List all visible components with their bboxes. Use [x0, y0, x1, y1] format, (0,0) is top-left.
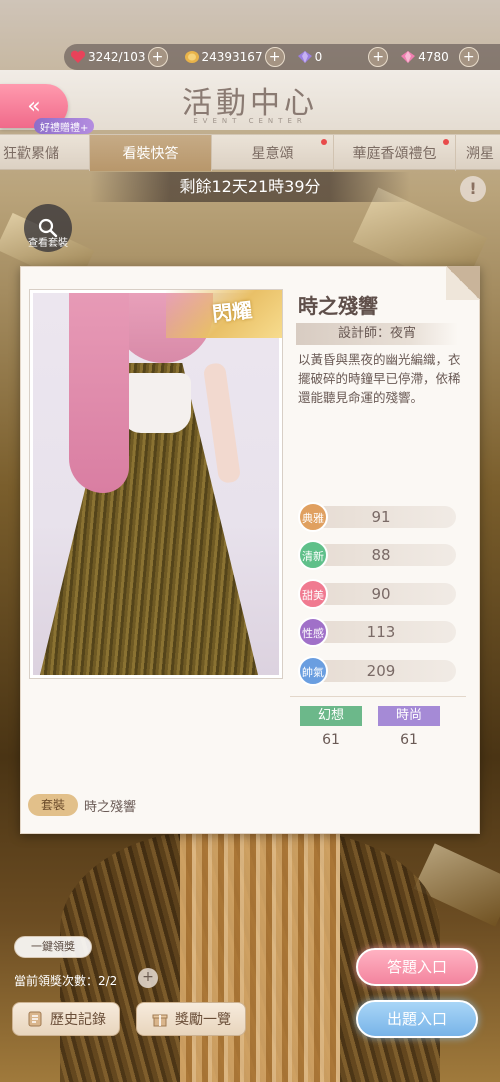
ask-entry-button[interactable]: 出題入口	[356, 1000, 478, 1038]
add-stamina-button[interactable]: +	[147, 47, 168, 67]
set-tag: 套裝	[28, 794, 78, 816]
history-button[interactable]: 歷史記錄	[12, 1002, 120, 1036]
rewards-label: 獎勵一覽	[175, 1012, 231, 1028]
exclamation-icon: !	[469, 179, 477, 198]
background-hair	[180, 820, 340, 1082]
gem-value: 0	[314, 50, 323, 64]
add-claim-button[interactable]: +	[138, 968, 158, 988]
portrait-top	[121, 373, 191, 433]
answer-entry-button[interactable]: 答題入口	[356, 948, 478, 986]
tab-star-hymn[interactable]: 星意頌	[212, 135, 334, 171]
tab-label: 溯星	[466, 146, 494, 162]
tab-trace-star[interactable]: 溯星	[456, 135, 500, 171]
currency-coin: 24393167 +	[178, 47, 285, 67]
stamina-value: 3242/103	[88, 50, 146, 64]
notification-dot	[443, 139, 449, 145]
stat-value: 88	[371, 546, 391, 564]
set-name: 時之殘響	[84, 800, 137, 815]
stat-icon-sweet: 甜美	[298, 579, 328, 609]
divider	[290, 696, 466, 697]
gift-tag[interactable]: 好禮贈禮+	[34, 118, 95, 134]
one-click-claim-button[interactable]: 一鍵領獎	[14, 936, 92, 958]
add-coin-button[interactable]: +	[264, 47, 285, 67]
diamond-value: 4780	[418, 50, 449, 64]
tab-label: 看裝快答	[122, 146, 179, 162]
shine-badge-text: 閃耀	[211, 297, 254, 327]
stat-fresh: 清新 88	[298, 540, 456, 570]
currency-gem: 0	[291, 50, 323, 64]
coin-icon	[184, 51, 199, 63]
double-chevron-left-icon: «	[27, 93, 41, 119]
designer-label: 設計師：夜宵	[296, 323, 458, 345]
tab-label: 星意頌	[251, 146, 294, 162]
add-diamond-button[interactable]: +	[458, 47, 479, 67]
portrait-hair	[69, 293, 129, 493]
style-tag-fashion: 時尚	[378, 706, 440, 726]
stat-icon-cool: 帥氣	[298, 656, 328, 686]
diamond-icon	[401, 51, 416, 63]
card-corner-fold	[446, 266, 480, 300]
stat-sweet: 甜美 90	[298, 579, 456, 609]
stat-value: 90	[371, 585, 391, 603]
tab-label: 華庭香頌禮包	[352, 146, 437, 162]
rewards-button[interactable]: 獎勵一覽	[136, 1002, 246, 1036]
style-tag-fantasy: 幻想	[300, 706, 362, 726]
view-outfit-label: 查看套裝	[28, 238, 68, 249]
stat-icon-fresh: 清新	[298, 540, 328, 570]
claim-count: 當前領獎次數：2/2	[14, 974, 118, 988]
stat-icon-sexy: 性感	[298, 617, 328, 647]
stat-sexy: 性感 113	[298, 617, 456, 647]
outfit-name: 時之殘響	[298, 294, 378, 318]
tab-carnival[interactable]: 狂歡累儲	[0, 135, 90, 171]
history-label: 歷史記錄	[50, 1012, 106, 1028]
stat-value: 209	[366, 662, 396, 680]
notification-dot	[321, 139, 327, 145]
currency-diamond: + 4780 +	[368, 47, 479, 67]
gem-icon	[297, 51, 312, 63]
page-title: 活動中心	[182, 86, 318, 121]
tab-label: 狂歡累儲	[3, 146, 59, 162]
stat-value: 91	[371, 508, 391, 526]
info-button[interactable]: !	[460, 176, 486, 202]
currency-bar: 3242/103 + 24393167 + 0 + 4780 +	[64, 44, 500, 70]
tab-garden-pack[interactable]: 華庭香頌禮包	[334, 135, 456, 171]
stat-cool: 帥氣 209	[298, 656, 456, 686]
coin-value: 24393167	[201, 50, 263, 64]
outfit-portrait	[29, 289, 283, 679]
gift-icon	[152, 1014, 168, 1027]
tab-outfit-quiz[interactable]: 看裝快答	[90, 135, 212, 171]
stat-value: 113	[366, 623, 396, 641]
style-value-fashion: 61	[400, 732, 418, 748]
card-icon	[28, 1011, 42, 1027]
outfit-description: 以黃昏與黑夜的幽光編織，衣擺破碎的時鐘早已停滯，依稀還能聽見命運的殘響。	[298, 352, 461, 405]
heart-icon	[70, 50, 86, 63]
stat-icon-elegant: 典雅	[298, 502, 328, 532]
event-tabs: 狂歡累儲 看裝快答 星意頌 華庭香頌禮包 溯星	[0, 134, 500, 171]
add-gem-button[interactable]: +	[368, 47, 389, 67]
portrait-arm	[202, 362, 242, 484]
currency-stamina: 3242/103 +	[64, 47, 168, 67]
countdown-timer: 剩餘12天21時39分	[90, 172, 410, 202]
stat-elegant: 典雅 91	[298, 502, 456, 532]
style-value-fantasy: 61	[322, 732, 340, 748]
